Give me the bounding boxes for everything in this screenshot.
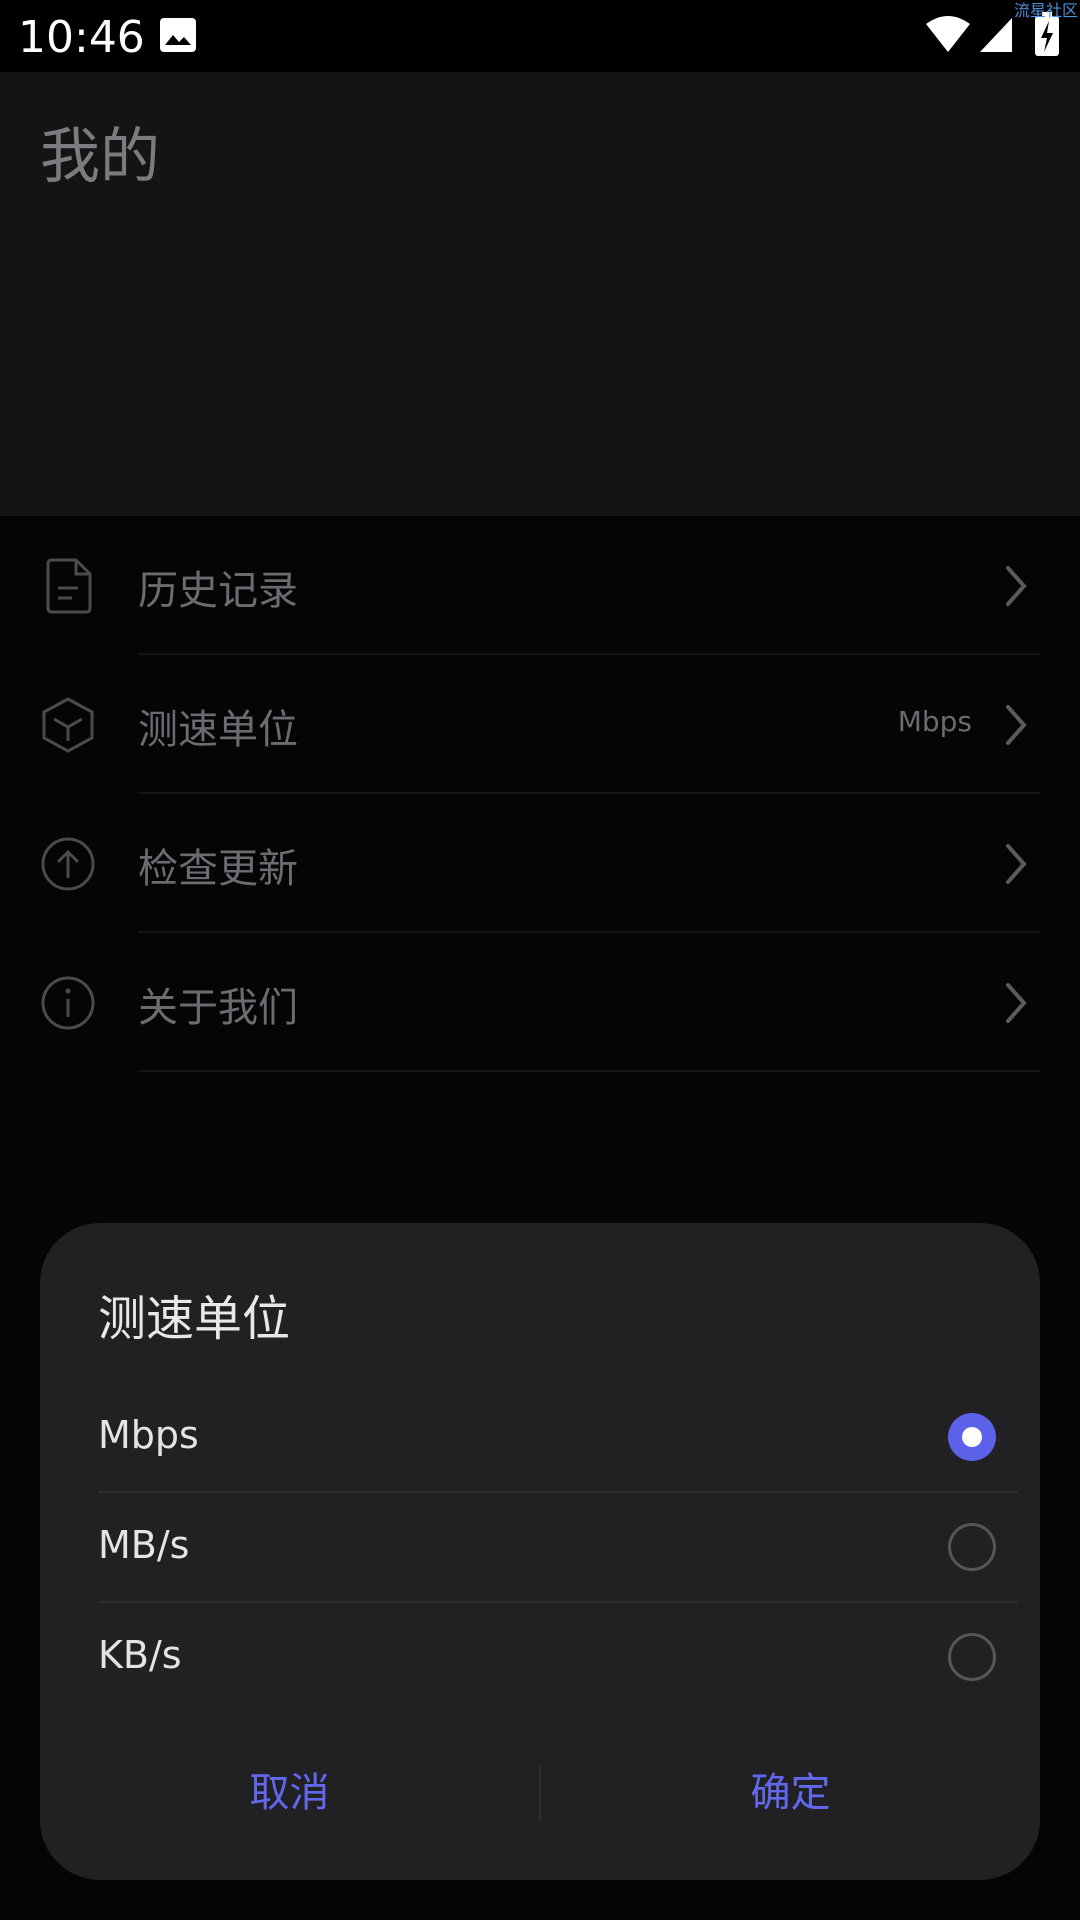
watermark-text: 流星社区 [1014,1,1079,20]
document-icon [40,558,96,618]
chevron-right-icon [1002,981,1030,1029]
cellular-signal-icon [978,16,1014,58]
menu-item-label: 检查更新 [138,846,298,892]
option-label: KB/s [98,1633,182,1677]
image-icon [160,18,196,56]
menu-item-about[interactable]: 关于我们 [0,933,1080,1072]
page-title: 我的 [40,122,160,192]
menu-item-check-update[interactable]: 检查更新 [0,794,1080,933]
dialog-buttons: 取消 确定 [40,1743,1040,1843]
menu-item-history[interactable]: 历史记录 [0,516,1080,655]
status-time: 10:46 [18,12,145,63]
wifi-icon [924,14,972,58]
radio-button[interactable] [948,1633,996,1681]
menu-item-speed-unit[interactable]: 测速单位 Mbps [0,655,1080,794]
chevron-right-icon [1002,564,1030,612]
option-mbps[interactable]: Mbps [98,1383,1018,1493]
option-kb-per-s[interactable]: KB/s [98,1603,1018,1713]
screen: 10:46 流星社区 我的 历史记录 测速单位 Mbps 检查更新 关于我们 测… [0,0,1080,1920]
option-mb-per-s[interactable]: MB/s [98,1493,1018,1603]
upload-arrow-icon [40,836,96,896]
menu-item-label: 关于我们 [138,985,298,1031]
cancel-button[interactable]: 取消 [40,1743,539,1843]
option-label: MB/s [98,1523,190,1567]
menu-item-label: 历史记录 [138,568,298,614]
radio-button-checked[interactable] [948,1413,996,1461]
radio-button[interactable] [948,1523,996,1571]
cube-icon [40,697,96,757]
chevron-right-icon [1002,842,1030,890]
status-bar: 10:46 流星社区 [0,0,1080,72]
menu-item-value: Mbps [897,705,972,738]
option-label: Mbps [98,1413,199,1457]
confirm-button[interactable]: 确定 [541,1743,1040,1843]
divider [138,1070,1040,1072]
info-icon [40,975,96,1035]
chevron-right-icon [1002,703,1030,751]
dialog-title: 测速单位 [98,1291,291,1347]
header: 我的 [0,72,1080,516]
speed-unit-dialog: 测速单位 Mbps MB/s KB/s 取消 确定 [40,1223,1040,1880]
menu-item-label: 测速单位 [138,707,298,753]
